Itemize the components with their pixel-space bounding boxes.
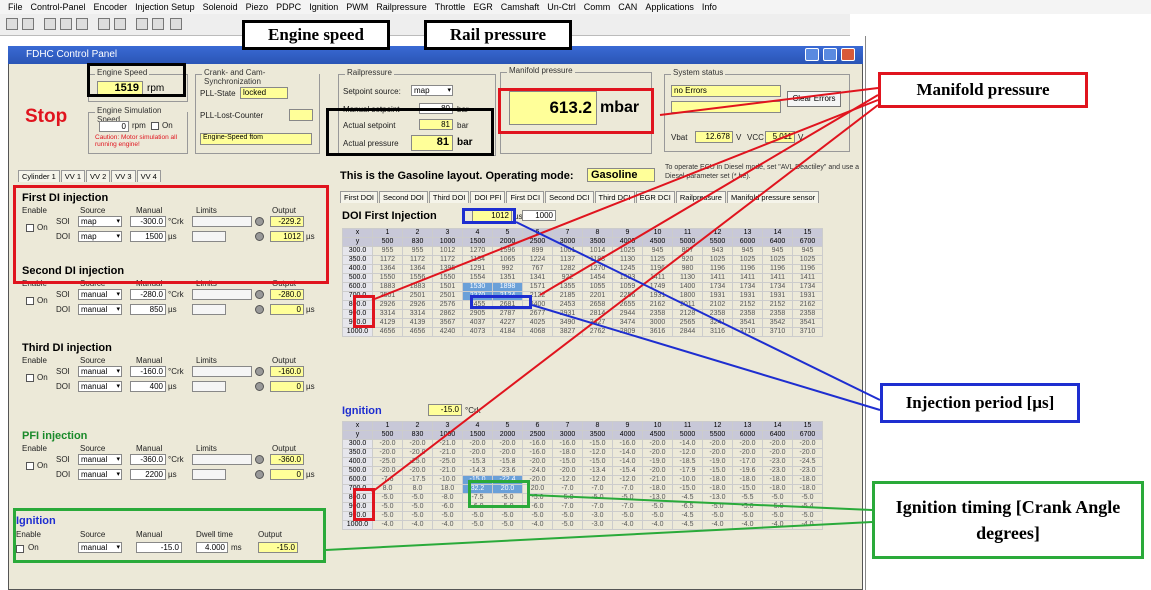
callout-rail-pressure: Rail pressure	[424, 20, 572, 50]
callout-injection: Injection period [µs]	[880, 383, 1080, 423]
callout-ignition: Ignition timing [Crank Angle degrees]	[872, 481, 1144, 559]
callout-engine-speed: Engine speed	[242, 20, 390, 50]
callout-manifold: Manifold pressure	[878, 72, 1088, 108]
